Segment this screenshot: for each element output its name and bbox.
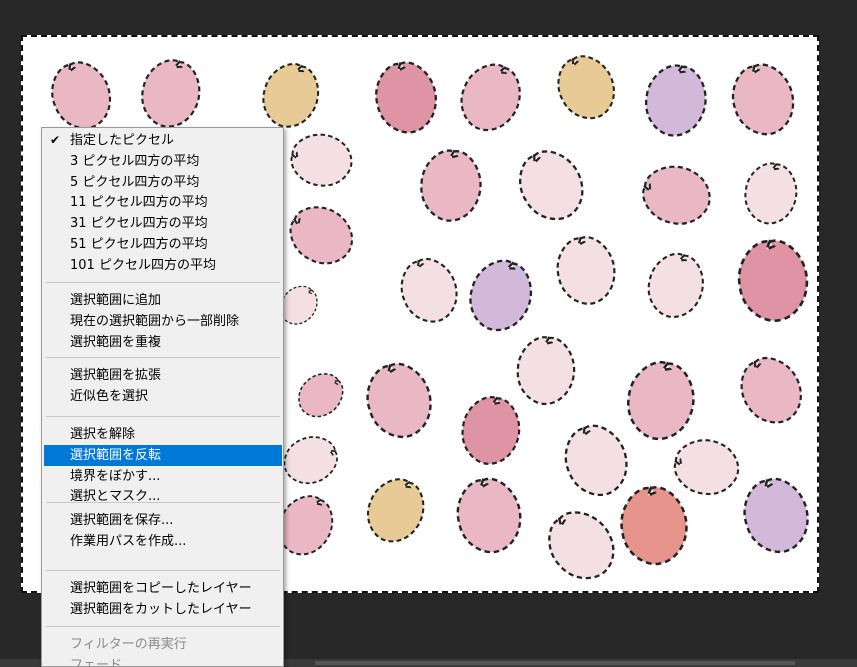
menu-item-fade[interactable]: フェード (44, 655, 282, 667)
petal-shape (644, 64, 707, 137)
petal-shape (461, 396, 521, 465)
menu-item-point-sample[interactable]: ✔ 指定したピクセル (44, 130, 282, 151)
petal-shape (557, 55, 615, 120)
menu-item-label: 選択範囲に追加 (70, 293, 162, 308)
menu-item-label: 作業用パスを作成... (70, 533, 187, 549)
menu-separator (46, 570, 280, 571)
petal-shape (516, 336, 576, 405)
menu-item-11x11[interactable]: 11 ピクセル四方の平均 (44, 192, 282, 213)
menu-item-label: 3 ピクセル四方の平均 (70, 153, 200, 169)
menu-item-select-inverse[interactable]: 選択範囲を反転 (44, 444, 282, 466)
menu-item-label: 選択範囲を保存... (70, 513, 174, 528)
menu-item-51x51[interactable]: 51 ピクセル四方の平均 (44, 234, 282, 255)
petal-shape (375, 61, 437, 134)
menu-item-label: 31 ピクセル四方の平均 (70, 216, 208, 232)
menu-item-layer-via-cut[interactable]: 選択範囲をカットしたレイヤー (44, 599, 282, 620)
menu-item-label: 11 ピクセル四方の平均 (70, 195, 208, 211)
petal-shape (400, 257, 458, 323)
menu-separator (46, 502, 280, 503)
petal-shape (262, 62, 320, 128)
menu-item-label: 選択範囲を拡張 (70, 368, 162, 383)
petal-shape (731, 63, 795, 136)
menu-item-label: 51 ピクセル四方の平均 (70, 237, 208, 252)
petal-shape (290, 133, 353, 187)
petal-shape (642, 165, 711, 225)
menu-item-31x31[interactable]: 31 ピクセル四方の平均 (44, 213, 282, 234)
menu-item-3x3[interactable]: 3 ピクセル四方の平均 (44, 151, 282, 172)
menu-item-label: フェード (70, 657, 123, 667)
petal-shape (564, 424, 628, 496)
petal-shape (556, 236, 616, 305)
petal-shape (456, 477, 522, 554)
petal-shape (744, 162, 798, 225)
petal-shape (647, 252, 704, 318)
menu-item-label: 選択範囲を重複 (70, 334, 162, 350)
petal-shape (737, 239, 809, 322)
petal-shape (141, 59, 201, 128)
petal-shape (519, 150, 584, 221)
petal-shape (673, 439, 740, 496)
context-menu: ✔ 指定したピクセル 3 ピクセル四方の平均 5 ピクセル四方の平均 11 ピクセル四方… (41, 127, 284, 667)
menu-item-save-selection[interactable]: 選択範囲を保存... (44, 510, 282, 531)
menu-item-grow[interactable]: 選択範囲を拡張 (44, 365, 282, 386)
petal-shape (469, 259, 533, 332)
menu-item-intersect-selection[interactable]: 選択範囲を重複 (44, 332, 282, 353)
menu-item-label: 選択とマスク... (70, 489, 161, 505)
menu-item-label: 101 ピクセル四方の平均 (70, 257, 216, 273)
menu-item-subtract-from-selection[interactable]: 現在の選択範囲から一部削除 (44, 311, 282, 332)
checkmark-icon: ✔ (50, 133, 61, 147)
petal-shape (51, 61, 111, 130)
menu-item-label: 5 ピクセル四方の平均 (70, 174, 200, 190)
petal-shape (298, 373, 344, 418)
menu-item-label: 近似色を選択 (70, 388, 149, 404)
menu-item-similar[interactable]: 近似色を選択 (44, 386, 282, 407)
menu-item-label: 選択範囲をカットしたレイヤー (70, 601, 252, 617)
menu-item-layer-via-copy[interactable]: 選択範囲をコピーしたレイヤー (44, 578, 282, 599)
petal-shape (740, 357, 802, 424)
menu-item-label: 選択を解除 (70, 427, 136, 442)
petal-shape (620, 485, 688, 566)
menu-item-feather[interactable]: 境界をぼかす... (44, 466, 282, 487)
petal-shape (627, 361, 695, 441)
menu-item-label: 選択範囲を反転 (70, 447, 162, 463)
menu-separator (46, 357, 280, 358)
petal-shape (366, 362, 432, 439)
menu-item-make-work-path[interactable]: 作業用パスを作成... (44, 531, 282, 552)
menu-item-label: 選択範囲をコピーしたレイヤー (70, 581, 252, 596)
petal-shape (548, 511, 615, 580)
petal-shape (420, 149, 482, 222)
menu-separator (46, 416, 280, 417)
menu-item-label: フィルターの再実行 (70, 637, 187, 652)
petal-shape (366, 478, 425, 543)
menu-item-5x5[interactable]: 5 ピクセル四方の平均 (44, 172, 282, 193)
menu-item-label: 境界をぼかす... (70, 468, 161, 484)
menu-item-last-filter[interactable]: フィルターの再実行 (44, 634, 282, 655)
petal-shape (283, 436, 338, 484)
petal-shape (460, 63, 521, 132)
menu-item-deselect[interactable]: 選択を解除 (44, 424, 282, 445)
petal-shape (743, 477, 809, 554)
menu-item-select-and-mask[interactable]: 選択とマスク... (44, 486, 282, 507)
menu-item-label: 指定したピクセル (70, 133, 175, 148)
menu-item-label: 現在の選択範囲から一部削除 (70, 313, 240, 329)
menu-separator (46, 282, 280, 283)
scrollbar-thumb[interactable] (315, 661, 795, 665)
menu-separator (46, 626, 280, 627)
petal-shape (289, 206, 354, 265)
menu-item-add-to-selection[interactable]: 選択範囲に追加 (44, 290, 282, 311)
menu-item-101x101[interactable]: 101 ピクセル四方の平均 (44, 255, 282, 276)
